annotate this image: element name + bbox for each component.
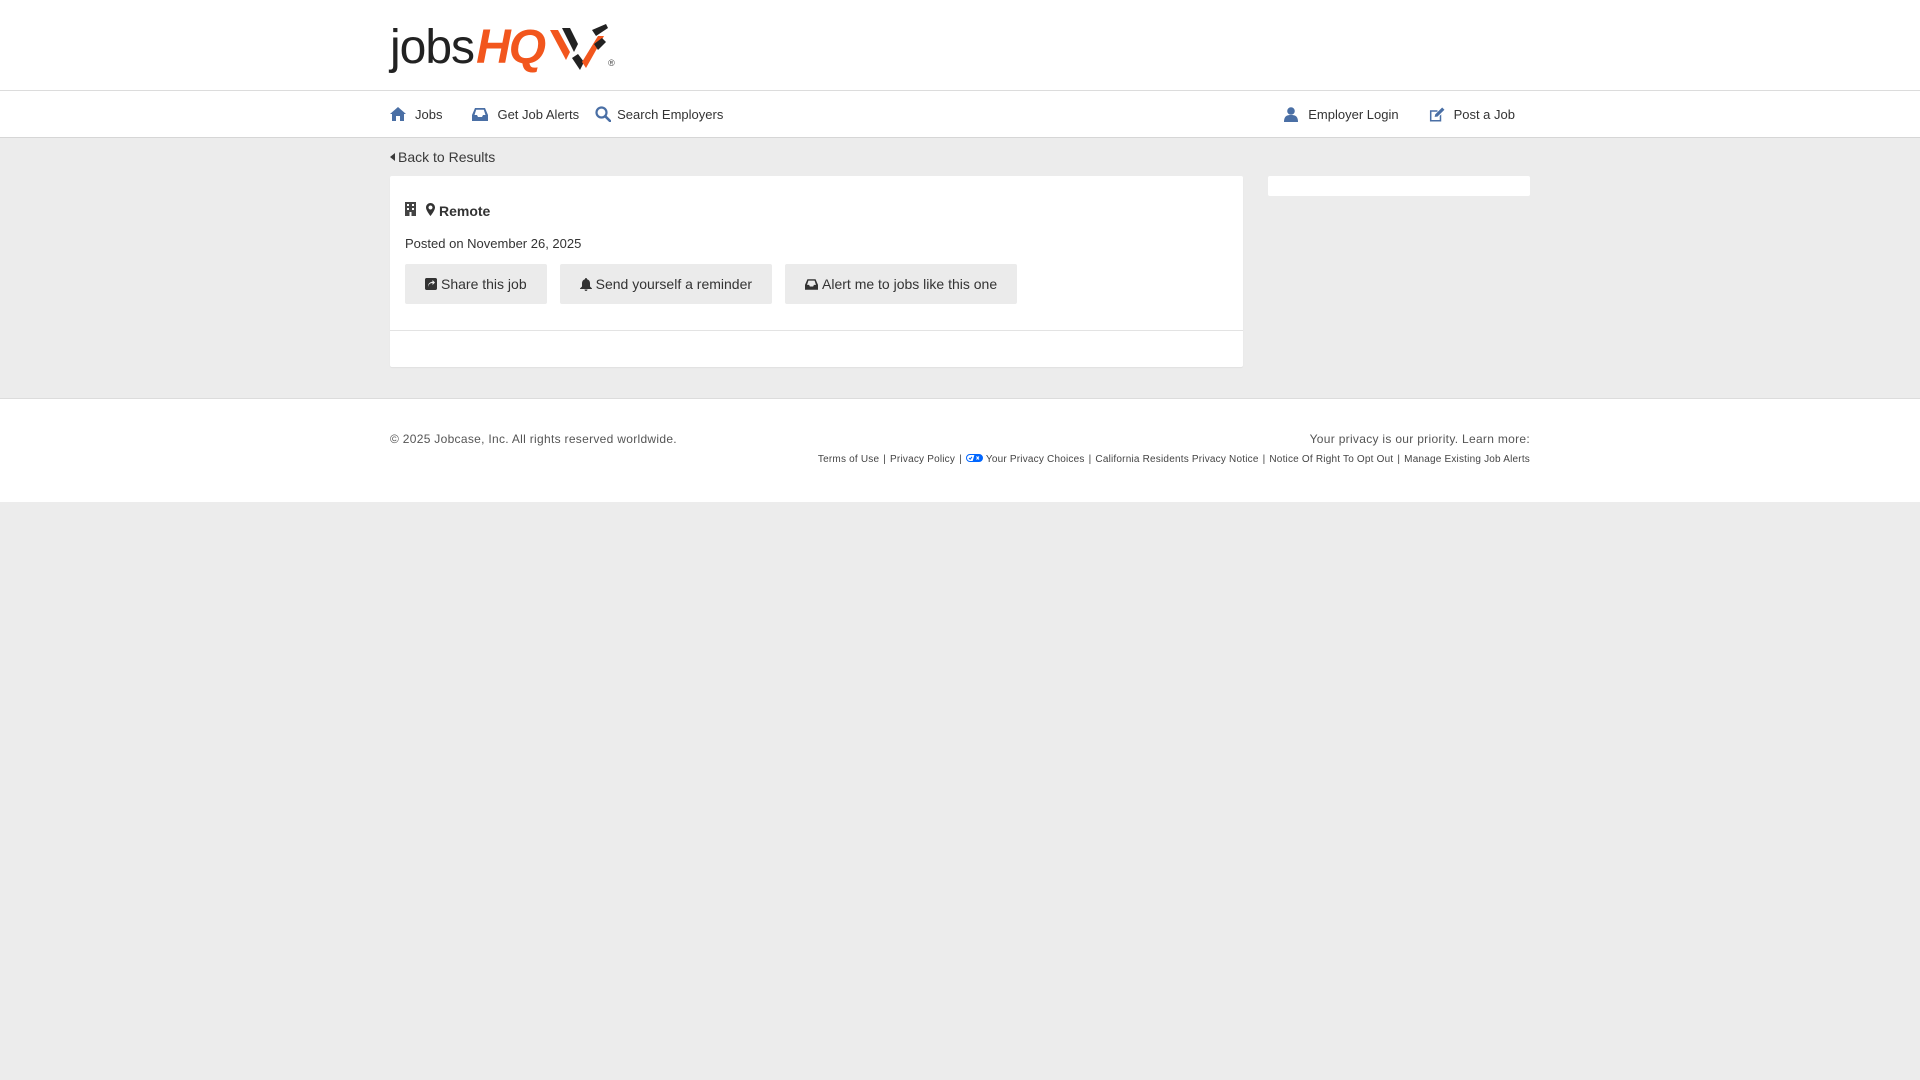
share-job-button[interactable]: Share this job <box>405 264 547 304</box>
inbox-icon <box>805 278 819 290</box>
job-location-text: Remote <box>439 202 491 219</box>
job-location: Remote <box>405 202 490 219</box>
site-footer: © 2025 Jobcase, Inc. All rights reserved… <box>0 398 1920 502</box>
privacy-toggle-icon <box>965 454 983 465</box>
home-icon <box>390 106 406 122</box>
privacy-choices-link[interactable]: Your Privacy Choices <box>965 454 1085 465</box>
link-separator: | <box>1088 454 1092 465</box>
nav-post-a-job[interactable]: Post a Job <box>1429 106 1515 122</box>
search-icon <box>595 106 612 122</box>
copyright-text: © 2025 Jobcase, Inc. All rights reserved… <box>390 432 677 446</box>
link-separator: | <box>1397 454 1401 465</box>
link-separator: | <box>959 454 962 465</box>
nav-jobs[interactable]: Jobs <box>390 106 442 122</box>
terms-of-use-link[interactable]: Terms of Use <box>818 454 879 465</box>
job-detail-card: Remote Posted on November 26, 2025 Share… <box>390 176 1243 367</box>
send-reminder-button[interactable]: Send yourself a reminder <box>559 264 773 304</box>
nav-post-a-job-label: Post a Job <box>1453 106 1515 122</box>
footer-links: Terms of Use | Privacy Policy | Your Pri… <box>818 454 1530 465</box>
jobshq-logo[interactable]: jobs HQ ® <box>390 18 615 72</box>
link-separator: | <box>883 454 887 465</box>
job-posted-date: Posted on November 26, 2025 <box>405 236 582 251</box>
logo-hq-text: HQ <box>476 21 546 74</box>
site-header: jobs HQ ® <box>0 0 1920 91</box>
job-actions: Share this job Send yourself a reminder … <box>405 264 1030 304</box>
map-pin-icon <box>426 202 435 219</box>
nav-right-group: Employer Login Post a Job <box>1253 106 1530 122</box>
nav-employer-login[interactable]: Employer Login <box>1283 106 1399 122</box>
bell-icon <box>579 277 592 291</box>
opt-out-notice-link[interactable]: Notice Of Right To Opt Out <box>1269 454 1393 465</box>
caret-left-icon <box>390 153 395 161</box>
logo-chevron-icon <box>550 24 609 70</box>
back-to-results-link[interactable]: Back to Results <box>390 149 495 165</box>
edit-icon <box>1429 106 1445 122</box>
nav-get-job-alerts[interactable]: Get Job Alerts <box>472 106 579 122</box>
back-to-results-label: Back to Results <box>398 149 496 165</box>
send-reminder-label: Send yourself a reminder <box>595 276 753 292</box>
privacy-choices-label: Your Privacy Choices <box>985 454 1085 465</box>
link-separator: | <box>1262 454 1266 465</box>
share-job-label: Share this job <box>441 276 527 292</box>
user-icon <box>1283 106 1299 122</box>
nav-search-employers-label: Search Employers <box>617 106 724 122</box>
alert-similar-jobs-button[interactable]: Alert me to jobs like this one <box>785 264 1018 304</box>
inbox-icon <box>472 106 489 122</box>
nav-search-employers[interactable]: Search Employers <box>595 106 723 122</box>
nav-jobs-label: Jobs <box>415 106 443 122</box>
main-nav: Jobs Get Job Alerts Search Employers Emp… <box>0 91 1920 138</box>
nav-employer-login-label: Employer Login <box>1308 106 1399 122</box>
share-square-icon <box>425 278 437 290</box>
logo-jobs-text: jobs <box>390 21 475 74</box>
manage-job-alerts-link[interactable]: Manage Existing Job Alerts <box>1404 454 1530 465</box>
building-icon <box>405 202 416 219</box>
sidebar-card <box>1268 176 1530 196</box>
alert-similar-jobs-label: Alert me to jobs like this one <box>822 276 998 292</box>
privacy-heading: Your privacy is our priority. Learn more… <box>1309 432 1530 446</box>
logo-registered-mark: ® <box>608 58 615 68</box>
california-privacy-link[interactable]: California Residents Privacy Notice <box>1095 454 1258 465</box>
nav-get-job-alerts-label: Get Job Alerts <box>497 106 580 122</box>
job-card-footer <box>390 330 1243 367</box>
main-content: Back to Results Remote Posted on Novembe… <box>0 138 1920 398</box>
privacy-policy-link[interactable]: Privacy Policy <box>890 454 955 465</box>
